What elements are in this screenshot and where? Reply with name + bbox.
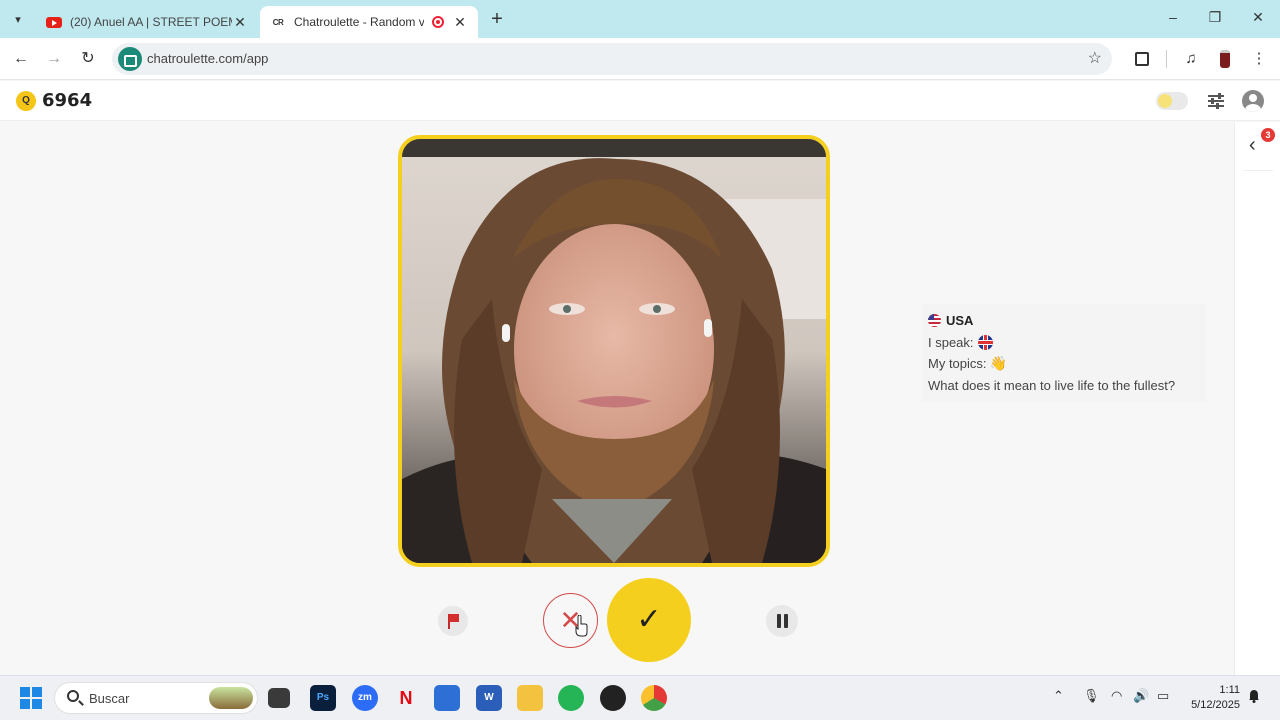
chat-side-panel: ‹ 3 [1234,122,1280,675]
chatroulette-favicon-icon: CR [272,17,284,27]
toolbar-divider [1166,50,1167,68]
zoom-icon[interactable]: zm [352,685,378,711]
reload-icon[interactable]: ↻ [77,48,99,70]
whatsapp-icon[interactable] [558,685,584,711]
coin-balance: 6964 [42,90,93,111]
taskbar-search[interactable]: Buscar [54,682,258,714]
volume-icon[interactable]: 🔊 [1133,688,1149,704]
close-window-button[interactable]: ✕ [1243,9,1273,26]
notification-bell-icon[interactable] [1248,689,1260,703]
report-flag-button[interactable] [438,606,468,636]
extension-can-icon[interactable] [1214,48,1236,70]
partner-info-card: USA I speak: My topics: 👋 What does it me… [922,304,1206,402]
tab-search-chevron-icon[interactable]: ▾ [6,7,30,31]
partner-video-frame [402,139,826,563]
word-icon[interactable]: W [476,685,502,711]
search-icon [67,690,79,702]
windows-start-icon[interactable] [20,687,42,709]
address-bar[interactable]: chatroulette.com/app ☆ [112,43,1112,75]
panel-divider [1243,170,1273,171]
bookmark-star-icon[interactable]: ☆ [1088,48,1102,68]
coin-icon: Q [16,91,36,111]
partner-video [398,135,830,567]
speak-label: I speak: [928,334,974,350]
partner-languages-row: I speak: [928,332,1200,354]
folder-icon[interactable] [517,685,543,711]
media-controls-icon[interactable]: ♫ [1180,48,1202,70]
browser-menu-icon[interactable]: ⋮ [1248,48,1270,70]
waving-hand-icon: 👋 [989,355,1007,371]
us-flag-icon [928,314,941,327]
tray-chevron-up-icon[interactable]: ⌃ [1053,688,1064,704]
taskbar-clock[interactable]: 1:11 5/12/2025 [1184,683,1240,713]
url-text[interactable]: chatroulette.com/app [147,51,268,66]
search-highlight-image [209,687,253,709]
browser-tabstrip: ▾ (20) Anuel AA | STREET POEM - ✕ CR Cha… [0,0,1280,38]
photoshop-icon[interactable]: Ps [310,685,336,711]
extensions-icon[interactable] [1131,48,1153,70]
partner-topics-row: My topics: 👋 [928,353,1200,375]
partner-question: What does it mean to live life to the fu… [928,377,1176,393]
taskbar-search-placeholder: Buscar [89,691,130,706]
user-account-icon[interactable] [1242,90,1264,112]
battery-icon[interactable]: ▭ [1157,688,1169,704]
microphone-icon[interactable]: 🎙 [1083,688,1100,704]
restore-button[interactable]: ❐ [1200,9,1230,26]
partner-country-row: USA [928,310,1200,332]
microsoft-store-icon[interactable] [434,685,460,711]
recording-icon [432,16,444,28]
partner-country: USA [946,313,974,328]
browser-toolbar: ← → ↻ chatroulette.com/app ☆ ♫ ⋮ [0,38,1280,80]
tab-title: Chatroulette - Random vide [294,15,424,29]
tab-chatroulette[interactable]: CR Chatroulette - Random vide ✕ [260,6,478,38]
pause-button[interactable] [766,605,798,637]
app-header: Q 6964 [0,81,1280,121]
uk-flag-icon [977,334,993,350]
new-tab-icon[interactable]: + [486,8,508,31]
tab-youtube[interactable]: (20) Anuel AA | STREET POEM - ✕ [36,6,258,38]
forward-icon[interactable]: → [43,48,65,70]
theme-toggle[interactable] [1156,92,1188,110]
tab-title: (20) Anuel AA | STREET POEM - [70,15,232,29]
topics-label: My topics: [928,356,987,371]
netflix-icon[interactable]: N [393,685,419,711]
clock-time: 1:11 [1219,684,1240,696]
clock-date: 5/12/2025 [1191,699,1240,711]
minimize-button[interactable]: – [1158,9,1188,25]
youtube-icon [46,14,62,30]
tab-close-icon[interactable]: ✕ [452,14,468,31]
file-explorer-dark-icon[interactable] [268,688,290,708]
skip-button[interactable]: ✕ [543,593,598,648]
accept-button[interactable]: ✓ [607,578,691,662]
chrome-icon[interactable] [641,685,667,711]
obs-icon[interactable] [600,685,626,711]
filters-icon[interactable] [1206,91,1226,111]
notification-badge: 3 [1261,128,1275,142]
windows-taskbar: Buscar Ps zm N W ⌃ 🎙 ◠ 🔊 ▭ 1:11 5/12/202… [0,675,1280,720]
chevron-left-icon[interactable]: ‹ [1249,134,1256,157]
tab-close-icon[interactable]: ✕ [232,14,248,31]
toggle-knob [1158,94,1172,108]
mouse-pointer-icon [575,615,588,637]
wifi-icon[interactable]: ◠ [1111,688,1122,704]
site-info-icon[interactable] [118,47,142,71]
back-icon[interactable]: ← [10,48,32,70]
